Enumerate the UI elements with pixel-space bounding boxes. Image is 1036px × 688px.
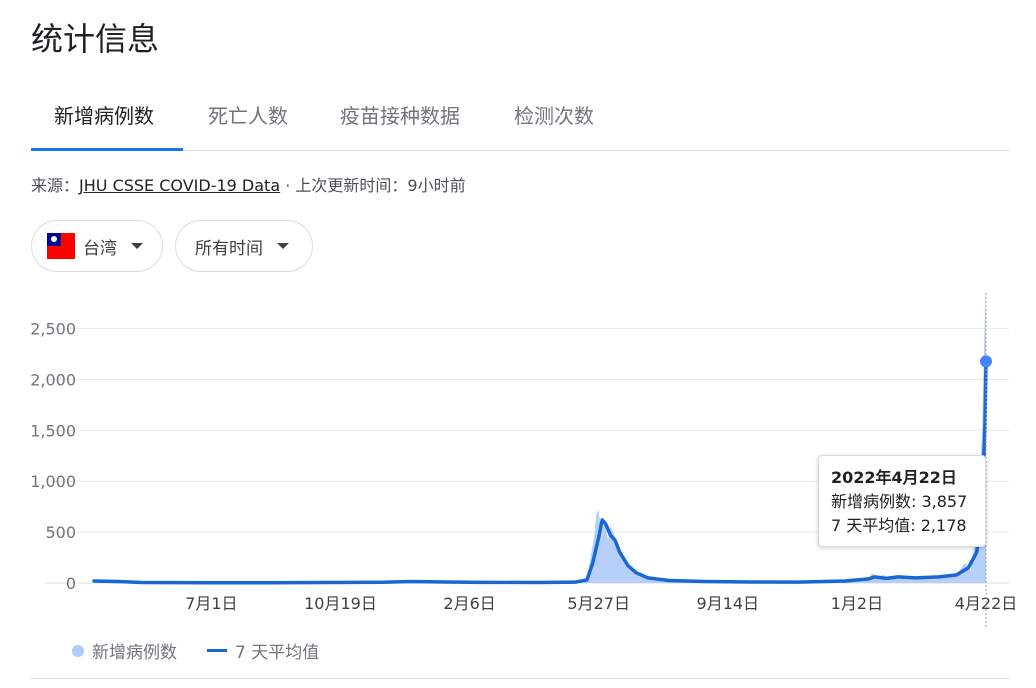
taiwan-flag-icon bbox=[47, 233, 75, 259]
legend-line-label: 7 天平均值 bbox=[235, 643, 320, 663]
y-tick-label: 500 bbox=[45, 523, 76, 542]
legend-line-swatch bbox=[207, 649, 227, 652]
tab-tests[interactable]: 检测次数 bbox=[514, 100, 594, 129]
x-tick-label: 7月1日 bbox=[185, 594, 237, 613]
tab-new-cases[interactable]: 新增病例数 bbox=[54, 100, 154, 129]
tooltip-average: 7 天平均值: 2,178 bbox=[831, 516, 967, 535]
tooltip-date: 2022年4月22日 bbox=[831, 468, 957, 487]
source-link[interactable]: JHU CSSE COVID-19 Data bbox=[79, 176, 280, 195]
chart-tooltip: 2022年4月22日 新增病例数: 3,857 7 天平均值: 2,178 bbox=[818, 455, 986, 547]
source-prefix: 来源： bbox=[31, 176, 80, 195]
tab-bar: 新增病例数 死亡人数 疫苗接种数据 检测次数 bbox=[31, 90, 1009, 151]
x-tick-label: 10月19日 bbox=[304, 594, 377, 613]
region-label: 台湾 bbox=[83, 238, 117, 259]
region-dropdown[interactable]: 台湾 bbox=[31, 220, 163, 272]
chevron-down-icon bbox=[277, 243, 289, 249]
y-tick-label: 2,000 bbox=[30, 370, 76, 389]
legend-bars-label: 新增病例数 bbox=[92, 643, 177, 663]
divider bbox=[31, 678, 1009, 679]
highlight-marker bbox=[980, 355, 992, 368]
x-tick-label: 2月6日 bbox=[443, 594, 495, 613]
page-title: 统计信息 bbox=[31, 20, 160, 58]
time-range-dropdown[interactable]: 所有时间 bbox=[175, 220, 313, 272]
y-tick-label: 0 bbox=[66, 574, 76, 593]
time-range-label: 所有时间 bbox=[195, 238, 263, 259]
active-tab-indicator bbox=[31, 148, 183, 151]
legend-bars-swatch bbox=[72, 644, 84, 657]
x-tick-label: 9月14日 bbox=[697, 594, 760, 613]
chevron-down-icon bbox=[131, 243, 143, 249]
tab-vaccinations[interactable]: 疫苗接种数据 bbox=[340, 100, 460, 129]
tab-deaths[interactable]: 死亡人数 bbox=[208, 100, 288, 129]
x-tick-label: 1月2日 bbox=[831, 594, 883, 613]
y-tick-label: 2,500 bbox=[30, 320, 76, 339]
tooltip-cases: 新增病例数: 3,857 bbox=[831, 492, 968, 511]
last-updated: · 上次更新时间：9小时前 bbox=[280, 176, 466, 195]
y-tick-label: 1,000 bbox=[30, 472, 76, 491]
y-tick-label: 1,500 bbox=[30, 421, 76, 440]
chart-legend: 新增病例数 7 天平均值 bbox=[72, 638, 319, 663]
source-line: 来源：JHU CSSE COVID-19 Data · 上次更新时间：9小时前 bbox=[31, 172, 466, 196]
x-tick-label: 5月27日 bbox=[567, 594, 630, 613]
